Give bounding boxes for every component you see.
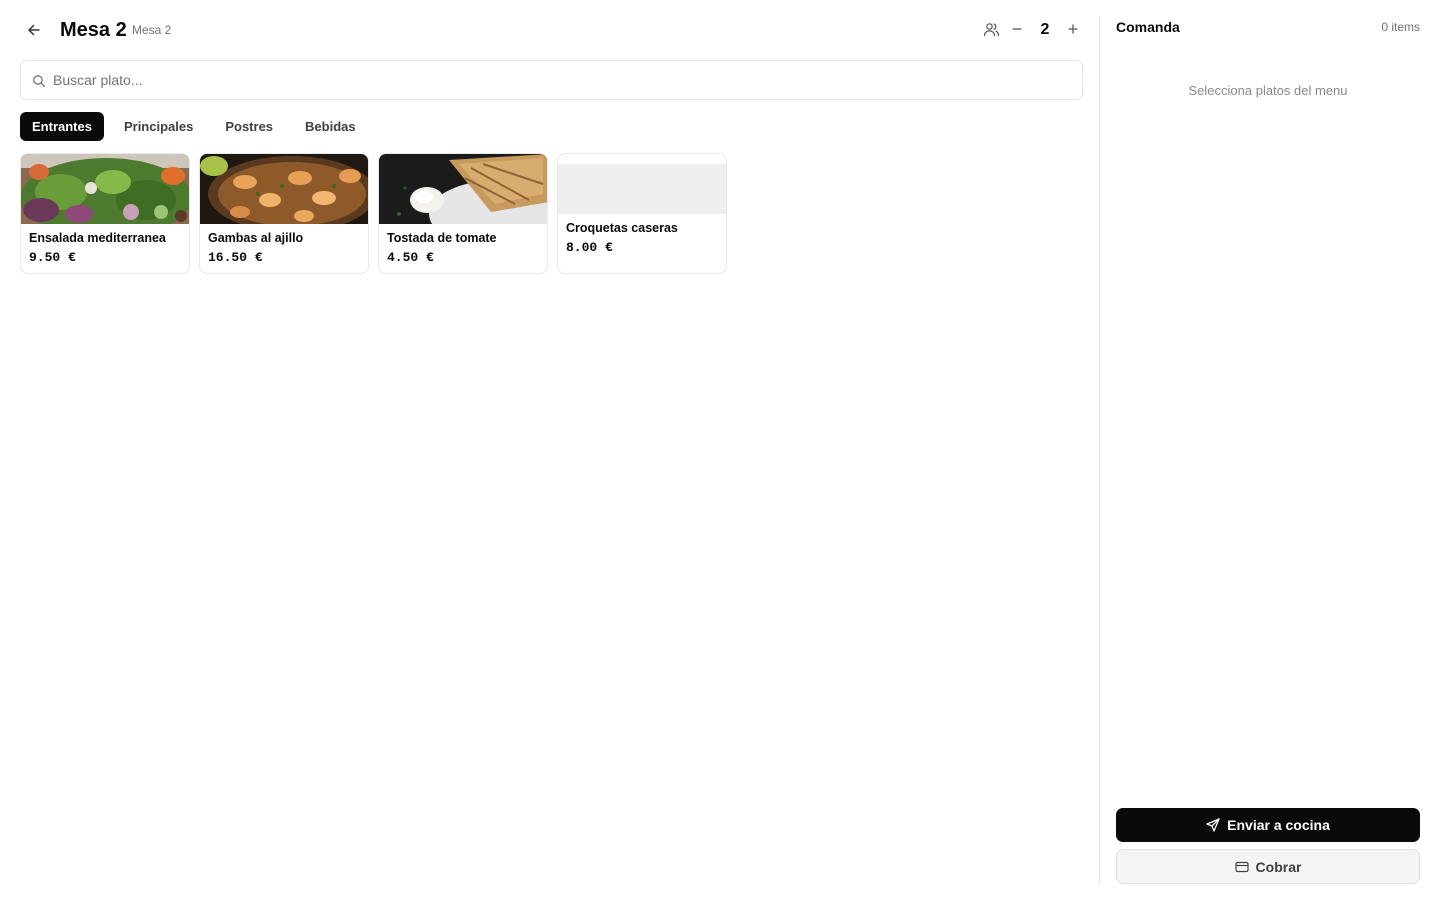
page-subtitle: Mesa 2 — [132, 23, 172, 37]
dish-card[interactable]: Tostada de tomate 4.50 € — [378, 153, 548, 274]
arrow-left-icon — [28, 24, 40, 36]
pay-button[interactable]: Cobrar — [1116, 849, 1420, 884]
search-input[interactable] — [53, 61, 1073, 99]
dish-grid: Ensalada mediterranea 9.50 € Gambas al a… — [20, 153, 727, 274]
tab-postres[interactable]: Postres — [213, 112, 285, 141]
dish-name: Gambas al ajillo — [208, 231, 304, 245]
dish-name: Tostada de tomate — [387, 231, 497, 245]
dish-price: 16.50 € — [208, 250, 263, 265]
category-tabs: Entrantes Principales Postres Bebidas — [20, 112, 368, 141]
tab-entrantes[interactable]: Entrantes — [20, 112, 104, 141]
empty-order-message: Selecciona platos del menu — [1188, 83, 1348, 98]
dish-price: 9.50 € — [29, 250, 76, 265]
dish-price: 4.50 € — [387, 250, 434, 265]
plus-icon — [1068, 24, 1078, 34]
credit-card-icon — [1234, 861, 1249, 872]
order-title: Comanda — [1116, 19, 1180, 35]
minus-icon — [1012, 28, 1022, 30]
image-placeholder — [558, 164, 726, 214]
search-box — [20, 60, 1083, 100]
search-icon — [33, 75, 46, 88]
menu-panel: Mesa 2 Mesa 2 2 Entrantes Principales Po… — [0, 0, 1099, 900]
order-panel: Comanda 0 items Selecciona platos del me… — [1100, 0, 1440, 900]
tab-bebidas[interactable]: Bebidas — [293, 112, 368, 141]
prawns-photo — [200, 154, 368, 224]
send-to-kitchen-button[interactable]: Enviar a cocina — [1116, 808, 1420, 842]
dish-name: Ensalada mediterranea — [29, 231, 166, 245]
salad-photo — [21, 154, 189, 224]
decrease-guests-button[interactable] — [1007, 19, 1027, 39]
dish-card[interactable]: Ensalada mediterranea 9.50 € — [20, 153, 190, 274]
dish-name: Croquetas caseras — [566, 221, 678, 235]
pay-label: Cobrar — [1255, 858, 1302, 875]
tab-principales[interactable]: Principales — [112, 112, 205, 141]
send-icon — [1206, 818, 1220, 832]
dish-price: 8.00 € — [566, 240, 613, 255]
users-icon — [983, 23, 1000, 37]
order-item-count: 0 items — [1381, 20, 1420, 34]
dish-card[interactable]: Gambas al ajillo 16.50 € — [199, 153, 369, 274]
toast-photo — [379, 154, 547, 224]
send-label: Enviar a cocina — [1227, 817, 1330, 833]
page-title: Mesa 2 — [60, 19, 127, 41]
guest-count: 2 — [1040, 21, 1050, 38]
increase-guests-button[interactable] — [1063, 19, 1083, 39]
dish-card[interactable]: Croquetas caseras 8.00 € — [557, 153, 727, 274]
back-button[interactable] — [22, 18, 46, 42]
